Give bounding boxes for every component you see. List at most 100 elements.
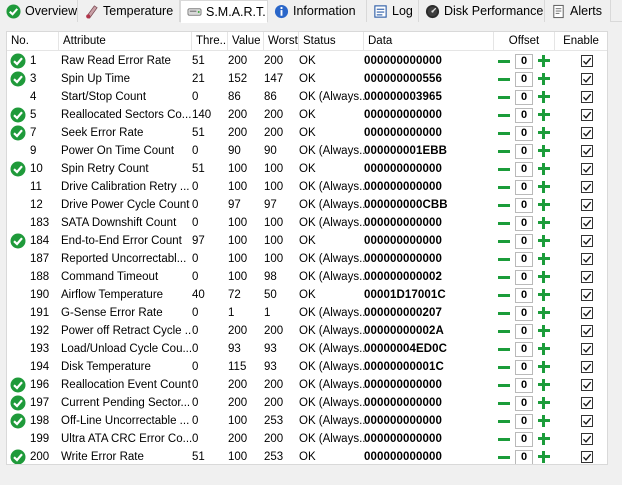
enable-checkbox[interactable]: [581, 199, 593, 211]
column-header-threshold[interactable]: Thre...: [192, 32, 228, 51]
offset-input[interactable]: 0: [515, 377, 533, 393]
table-row[interactable]: 191 G-Sense Error Rate 0 1 1 OK (Always.…: [7, 304, 607, 322]
enable-checkbox[interactable]: [581, 379, 593, 391]
table-row[interactable]: 7 Seek Error Rate 51 200 200 OK 00000000…: [7, 124, 607, 142]
offset-increment-button[interactable]: [537, 252, 551, 266]
table-row[interactable]: 188 Command Timeout 0 100 98 OK (Always.…: [7, 268, 607, 286]
offset-decrement-button[interactable]: [497, 360, 511, 374]
offset-decrement-button[interactable]: [497, 162, 511, 176]
offset-input[interactable]: 0: [515, 431, 533, 447]
enable-checkbox[interactable]: [581, 235, 593, 247]
offset-increment-button[interactable]: [537, 270, 551, 284]
offset-input[interactable]: 0: [515, 233, 533, 249]
tab-information[interactable]: Information: [268, 0, 367, 22]
enable-checkbox[interactable]: [581, 181, 593, 193]
table-row[interactable]: 190 Airflow Temperature 40 72 50 OK 0000…: [7, 286, 607, 304]
offset-decrement-button[interactable]: [497, 180, 511, 194]
offset-increment-button[interactable]: [537, 108, 551, 122]
offset-increment-button[interactable]: [537, 234, 551, 248]
offset-decrement-button[interactable]: [497, 252, 511, 266]
offset-decrement-button[interactable]: [497, 306, 511, 320]
offset-increment-button[interactable]: [537, 216, 551, 230]
table-row[interactable]: 4 Start/Stop Count 0 86 86 OK (Always...…: [7, 88, 607, 106]
offset-increment-button[interactable]: [537, 126, 551, 140]
offset-input[interactable]: 0: [515, 305, 533, 321]
enable-checkbox[interactable]: [581, 55, 593, 67]
offset-decrement-button[interactable]: [497, 324, 511, 338]
offset-input[interactable]: 0: [515, 197, 533, 213]
offset-increment-button[interactable]: [537, 180, 551, 194]
offset-decrement-button[interactable]: [497, 288, 511, 302]
column-header-status[interactable]: Status: [299, 32, 364, 51]
offset-increment-button[interactable]: [537, 306, 551, 320]
table-row[interactable]: 198 Off-Line Uncorrectable ... 0 100 253…: [7, 412, 607, 430]
table-row[interactable]: 187 Reported Uncorrectabl... 0 100 100 O…: [7, 250, 607, 268]
enable-checkbox[interactable]: [581, 433, 593, 445]
offset-input[interactable]: 0: [515, 89, 533, 105]
column-header-worst[interactable]: Worst: [264, 32, 299, 51]
enable-checkbox[interactable]: [581, 217, 593, 229]
tab-alerts[interactable]: Alerts: [545, 0, 611, 22]
offset-decrement-button[interactable]: [497, 108, 511, 122]
enable-checkbox[interactable]: [581, 253, 593, 265]
offset-decrement-button[interactable]: [497, 414, 511, 428]
enable-checkbox[interactable]: [581, 271, 593, 283]
table-row[interactable]: 9 Power On Time Count 0 90 90 OK (Always…: [7, 142, 607, 160]
column-header-attribute[interactable]: Attribute: [59, 32, 192, 51]
enable-checkbox[interactable]: [581, 109, 593, 121]
table-row[interactable]: 200 Write Error Rate 51 100 253 OK 00000…: [7, 448, 607, 464]
table-row[interactable]: 5 Reallocated Sectors Co... 140 200 200 …: [7, 106, 607, 124]
offset-input[interactable]: 0: [515, 179, 533, 195]
offset-increment-button[interactable]: [537, 432, 551, 446]
enable-checkbox[interactable]: [581, 451, 593, 463]
enable-checkbox[interactable]: [581, 307, 593, 319]
table-row[interactable]: 3 Spin Up Time 21 152 147 OK 00000000055…: [7, 70, 607, 88]
enable-checkbox[interactable]: [581, 343, 593, 355]
enable-checkbox[interactable]: [581, 325, 593, 337]
offset-decrement-button[interactable]: [497, 432, 511, 446]
offset-input[interactable]: 0: [515, 143, 533, 159]
table-row[interactable]: 11 Drive Calibration Retry ... 0 100 100…: [7, 178, 607, 196]
offset-increment-button[interactable]: [537, 360, 551, 374]
table-row[interactable]: 192 Power off Retract Cycle ... 0 200 20…: [7, 322, 607, 340]
offset-decrement-button[interactable]: [497, 144, 511, 158]
offset-increment-button[interactable]: [537, 342, 551, 356]
offset-input[interactable]: 0: [515, 449, 533, 464]
offset-increment-button[interactable]: [537, 144, 551, 158]
offset-decrement-button[interactable]: [497, 72, 511, 86]
offset-input[interactable]: 0: [515, 341, 533, 357]
offset-increment-button[interactable]: [537, 324, 551, 338]
offset-decrement-button[interactable]: [497, 378, 511, 392]
tab-smart[interactable]: S.M.A.R.T.: [180, 0, 268, 23]
offset-increment-button[interactable]: [537, 54, 551, 68]
offset-increment-button[interactable]: [537, 90, 551, 104]
tab-disk-performance[interactable]: Disk Performance: [419, 0, 545, 22]
offset-increment-button[interactable]: [537, 396, 551, 410]
offset-input[interactable]: 0: [515, 323, 533, 339]
tab-temperature[interactable]: Temperature: [78, 0, 180, 22]
offset-decrement-button[interactable]: [497, 198, 511, 212]
enable-checkbox[interactable]: [581, 361, 593, 373]
table-row[interactable]: 12 Drive Power Cycle Count 0 97 97 OK (A…: [7, 196, 607, 214]
offset-increment-button[interactable]: [537, 450, 551, 464]
offset-decrement-button[interactable]: [497, 54, 511, 68]
column-header-value[interactable]: Value: [228, 32, 264, 51]
offset-input[interactable]: 0: [515, 269, 533, 285]
offset-input[interactable]: 0: [515, 125, 533, 141]
offset-input[interactable]: 0: [515, 287, 533, 303]
enable-checkbox[interactable]: [581, 415, 593, 427]
offset-input[interactable]: 0: [515, 107, 533, 123]
enable-checkbox[interactable]: [581, 289, 593, 301]
offset-input[interactable]: 0: [515, 251, 533, 267]
enable-checkbox[interactable]: [581, 73, 593, 85]
offset-increment-button[interactable]: [537, 162, 551, 176]
enable-checkbox[interactable]: [581, 91, 593, 103]
table-row[interactable]: 194 Disk Temperature 0 115 93 OK (Always…: [7, 358, 607, 376]
enable-checkbox[interactable]: [581, 163, 593, 175]
enable-checkbox[interactable]: [581, 127, 593, 139]
table-row[interactable]: 197 Current Pending Sector... 0 200 200 …: [7, 394, 607, 412]
column-header-enable[interactable]: Enable: [555, 32, 607, 51]
offset-input[interactable]: 0: [515, 359, 533, 375]
table-row[interactable]: 199 Ultra ATA CRC Error Co... 0 200 200 …: [7, 430, 607, 448]
offset-input[interactable]: 0: [515, 53, 533, 69]
